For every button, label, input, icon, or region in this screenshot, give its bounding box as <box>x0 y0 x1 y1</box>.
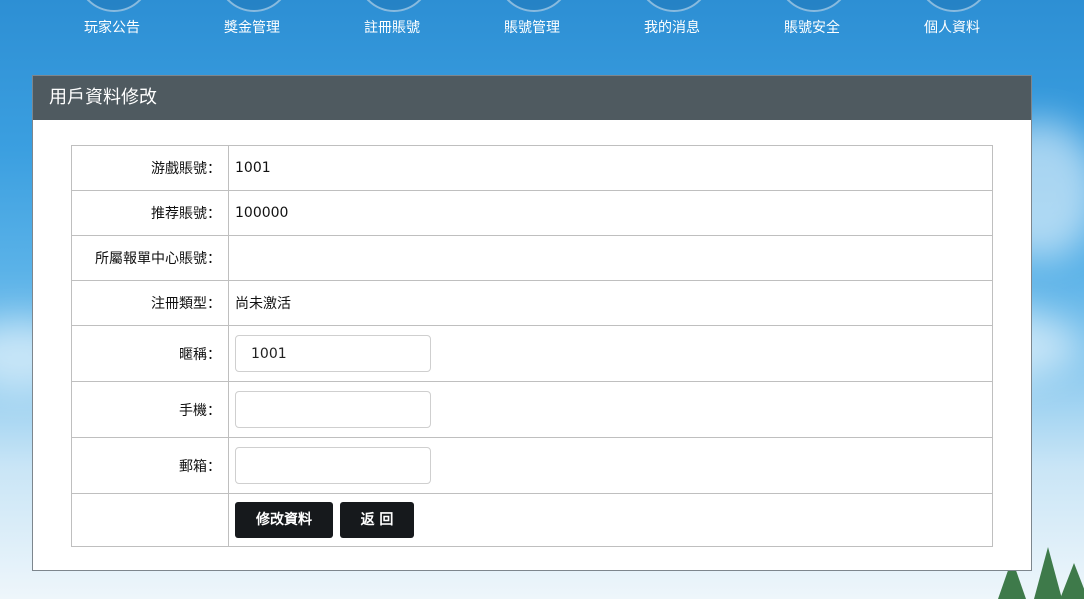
nav-item-label: 賬號安全 <box>784 20 840 36</box>
email-cell <box>228 437 993 494</box>
table-row: 推荐賬號： 100000 <box>71 190 993 236</box>
phone-input[interactable] <box>235 391 431 428</box>
email-input[interactable] <box>235 447 431 484</box>
nav-circle-icon <box>357 0 431 12</box>
nav-circle-icon <box>77 0 151 12</box>
nav-item-announcements[interactable]: 玩家公告 <box>42 0 182 50</box>
nav-item-bonus[interactable]: 獎金管理 <box>182 0 322 50</box>
registration-type-value: 尚未激活 <box>228 280 993 326</box>
nav-item-label: 註冊賬號 <box>364 20 420 36</box>
nav-item-profile[interactable]: 個人資料 <box>882 0 1022 50</box>
back-button[interactable]: 返 回 <box>340 502 414 538</box>
nav-item-label: 個人資料 <box>924 20 980 36</box>
profile-edit-panel: 用戶資料修改 游戲賬號： 1001 推荐賬號： 100000 所屬報單中心賬號：… <box>32 75 1032 571</box>
nav-circle-icon <box>637 0 711 12</box>
table-row: 暱稱： <box>71 325 993 382</box>
nav-item-label: 獎金管理 <box>224 20 280 36</box>
table-row: 手機： <box>71 381 993 438</box>
nav-circle-icon <box>217 0 291 12</box>
submit-profile-button[interactable]: 修改資料 <box>235 502 333 538</box>
nickname-cell <box>228 325 993 382</box>
nav-item-account-management[interactable]: 賬號管理 <box>462 0 602 50</box>
actions-cell: 修改資料返 回 <box>228 493 993 547</box>
nav-item-label: 賬號管理 <box>504 20 560 36</box>
empty-label-cell <box>71 493 229 547</box>
report-center-label: 所屬報單中心賬號： <box>71 235 229 281</box>
phone-cell <box>228 381 993 438</box>
table-row: 注冊類型： 尚未激活 <box>71 280 993 326</box>
referrer-label: 推荐賬號： <box>71 190 229 236</box>
table-row: 修改資料返 回 <box>71 493 993 547</box>
referrer-value: 100000 <box>228 190 993 236</box>
nav-item-messages[interactable]: 我的消息 <box>602 0 742 50</box>
phone-label: 手機： <box>71 381 229 438</box>
game-account-label: 游戲賬號： <box>71 145 229 191</box>
nav-item-label: 玩家公告 <box>84 20 140 36</box>
nav-item-label: 我的消息 <box>644 20 700 36</box>
table-row: 所屬報單中心賬號： <box>71 235 993 281</box>
background-tree <box>1060 563 1084 599</box>
nav-circle-icon <box>917 0 991 12</box>
top-nav: 玩家公告 獎金管理 註冊賬號 賬號管理 我的消息 賬號安全 個人資料 <box>0 0 1084 50</box>
nickname-label: 暱稱： <box>71 325 229 382</box>
profile-form-table: 游戲賬號： 1001 推荐賬號： 100000 所屬報單中心賬號： 注冊類型： … <box>71 145 993 547</box>
nav-item-register[interactable]: 註冊賬號 <box>322 0 462 50</box>
registration-type-label: 注冊類型： <box>71 280 229 326</box>
nav-item-security[interactable]: 賬號安全 <box>742 0 882 50</box>
report-center-value <box>228 235 993 281</box>
nav-circle-icon <box>777 0 851 12</box>
nav-circle-icon <box>497 0 571 12</box>
panel-title: 用戶資料修改 <box>33 76 1031 120</box>
email-label: 郵箱： <box>71 437 229 494</box>
table-row: 游戲賬號： 1001 <box>71 145 993 191</box>
table-row: 郵箱： <box>71 437 993 494</box>
game-account-value: 1001 <box>228 145 993 191</box>
nickname-input[interactable] <box>235 335 431 372</box>
background-tree <box>1034 547 1062 599</box>
